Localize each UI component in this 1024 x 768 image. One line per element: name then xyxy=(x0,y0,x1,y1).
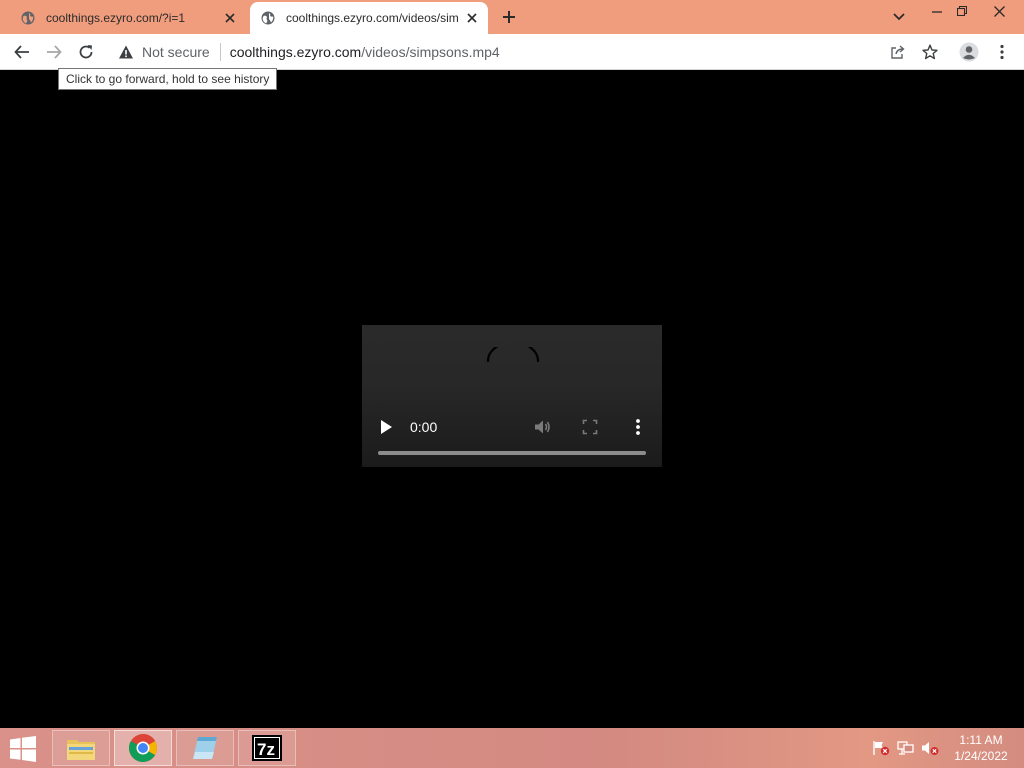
more-options-icon[interactable] xyxy=(632,418,644,436)
tab-active[interactable]: coolthings.ezyro.com/videos/sim xyxy=(250,2,488,34)
chrome-icon xyxy=(129,734,157,762)
action-center-button[interactable] xyxy=(872,740,890,756)
clock-time: 1:11 AM xyxy=(959,733,1003,747)
globe-icon xyxy=(261,11,275,25)
address-separator xyxy=(219,43,221,61)
minimize-icon xyxy=(932,11,942,13)
close-tab-icon[interactable] xyxy=(222,10,238,26)
7zip-icon: 7z xyxy=(252,735,282,761)
video-player[interactable]: 0:00 xyxy=(362,325,662,467)
forward-arrow-icon xyxy=(47,45,62,59)
profile-button[interactable] xyxy=(957,40,981,64)
close-icon xyxy=(993,5,1005,17)
kebab-menu-icon xyxy=(1000,44,1004,60)
close-window-button[interactable] xyxy=(982,0,1016,22)
url-path: /videos/simpsons.mp4 xyxy=(361,44,500,60)
bookmark-button[interactable] xyxy=(918,40,942,64)
taskbar-notepad[interactable] xyxy=(176,730,234,766)
svg-text:7z: 7z xyxy=(257,740,275,759)
star-icon xyxy=(922,44,938,60)
system-clock[interactable]: 1:11 AM 1/24/2022 xyxy=(948,732,1014,764)
browser-toolbar: Not secure coolthings.ezyro.com/videos/s… xyxy=(0,34,1024,70)
tab-search-button[interactable] xyxy=(882,6,916,28)
profile-icon xyxy=(959,42,979,62)
chevron-down-icon xyxy=(893,13,905,21)
share-button[interactable] xyxy=(886,40,910,64)
warning-icon[interactable] xyxy=(118,44,134,60)
notepad-icon xyxy=(193,737,217,759)
reload-icon xyxy=(79,45,93,59)
clock-date: 1/24/2022 xyxy=(954,749,1008,763)
reload-button[interactable] xyxy=(74,40,98,64)
taskbar-7zip[interactable]: 7z xyxy=(238,730,296,766)
plus-icon xyxy=(503,11,515,23)
volume-button[interactable] xyxy=(921,740,939,756)
globe-icon xyxy=(21,11,35,25)
security-status[interactable]: Not secure xyxy=(142,44,210,60)
taskbar-file-explorer[interactable] xyxy=(52,730,110,766)
loading-spinner-icon xyxy=(486,347,540,363)
back-button[interactable] xyxy=(10,40,34,64)
volume-icon[interactable] xyxy=(533,418,551,436)
video-progress-bar[interactable] xyxy=(378,451,646,455)
video-time: 0:00 xyxy=(410,419,438,435)
play-icon[interactable] xyxy=(378,418,394,436)
file-explorer-icon xyxy=(67,740,95,760)
tab-title: coolthings.ezyro.com/?i=1 xyxy=(46,11,186,25)
new-tab-button[interactable] xyxy=(498,6,520,28)
url-host: coolthings.ezyro.com xyxy=(229,44,362,60)
close-tab-icon[interactable] xyxy=(464,10,480,26)
restore-icon xyxy=(957,6,967,16)
fullscreen-icon[interactable] xyxy=(582,419,598,435)
address-bar[interactable]: Not secure coolthings.ezyro.com/videos/s… xyxy=(108,38,948,66)
taskbar: 7z 1:11 AM 1/24/2022 xyxy=(0,728,1024,768)
start-button[interactable] xyxy=(6,734,40,764)
taskbar-chrome[interactable] xyxy=(114,730,172,766)
tab-title: coolthings.ezyro.com/videos/sim xyxy=(286,11,459,25)
restore-button[interactable] xyxy=(945,0,979,22)
action-center-flag-icon xyxy=(873,741,890,756)
forward-button[interactable] xyxy=(42,40,66,64)
tab-strip: coolthings.ezyro.com/?i=1 coolthings.ezy… xyxy=(0,0,1024,34)
forward-tooltip: Click to go forward, hold to see history xyxy=(58,68,278,90)
back-arrow-icon xyxy=(14,45,29,59)
windows-logo-icon xyxy=(10,736,36,762)
tab-inactive[interactable]: coolthings.ezyro.com/?i=1 xyxy=(10,2,246,34)
network-button[interactable] xyxy=(897,740,915,756)
network-icon xyxy=(897,741,914,755)
browser-menu-button[interactable] xyxy=(990,40,1014,64)
share-icon xyxy=(891,45,905,59)
volume-muted-icon xyxy=(922,742,939,755)
